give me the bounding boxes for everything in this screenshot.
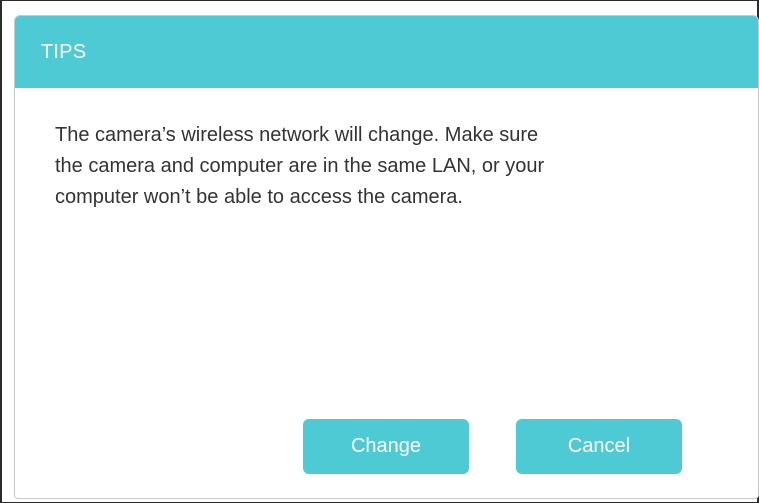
dialog-title: TIPS: [41, 40, 87, 63]
message-line: computer won’t be able to access the cam…: [55, 186, 463, 208]
change-button[interactable]: Change: [303, 419, 469, 474]
dialog-message: The camera’s wireless network will chang…: [55, 120, 735, 213]
cancel-button[interactable]: Cancel: [516, 419, 682, 474]
tips-dialog: TIPS The camera’s wireless network will …: [14, 15, 759, 499]
window-frame: TIPS The camera’s wireless network will …: [0, 0, 759, 503]
message-line: the camera and computer are in the same …: [55, 155, 545, 177]
dialog-header: TIPS: [15, 16, 758, 88]
message-line: The camera’s wireless network will chang…: [55, 124, 539, 146]
